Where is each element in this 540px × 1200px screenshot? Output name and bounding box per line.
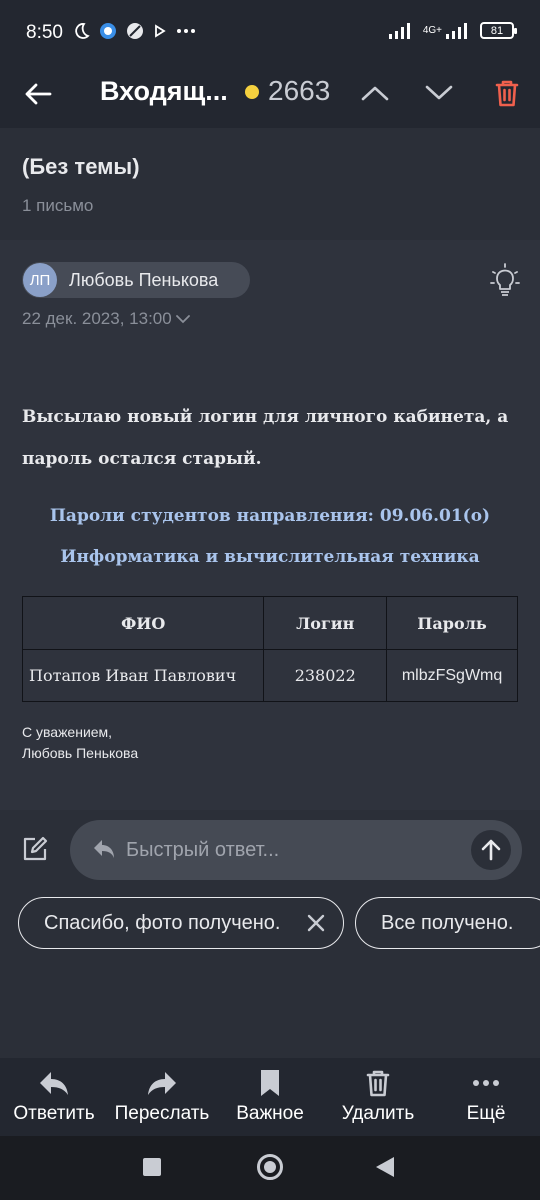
quick-reply-input[interactable] xyxy=(126,828,456,872)
trash-icon xyxy=(366,1070,390,1097)
department-heading: Информатика и вычислительная техника xyxy=(60,547,480,567)
credentials-table: ФИО Логин Пароль Потапов Иван Павлович 2… xyxy=(21,596,518,702)
arrow-up-icon xyxy=(481,839,501,861)
battery-level: 81 xyxy=(490,24,504,37)
message-date[interactable]: 22 дек. 2023, 13:00 xyxy=(22,309,190,329)
status-bar: 8:50 4G+ 81 xyxy=(0,0,540,62)
table-header-row: ФИО Логин Пароль xyxy=(21,596,518,650)
reply-icon xyxy=(94,840,114,858)
back-arrow-icon xyxy=(25,83,52,105)
header-login: Логин xyxy=(263,596,388,650)
play-notification-icon xyxy=(155,24,166,38)
signature-line-2: Любовь Пенькова xyxy=(22,745,139,761)
close-icon[interactable] xyxy=(305,912,327,934)
reply-icon xyxy=(40,1072,68,1095)
signature: С уважением, Любовь Пенькова xyxy=(22,722,138,764)
forward-button[interactable]: Переслать xyxy=(112,1058,212,1136)
reply-label: Ответить xyxy=(13,1103,95,1124)
reply-button[interactable]: Ответить xyxy=(10,1058,98,1136)
lightbulb-button[interactable] xyxy=(486,260,524,300)
passwords-heading: Пароли студентов направления: 09.06.01(о… xyxy=(49,506,491,526)
important-label: Важное xyxy=(236,1103,304,1124)
battery-icon: 81 xyxy=(480,22,517,39)
lightbulb-icon xyxy=(490,263,520,296)
status-time: 8:50 xyxy=(26,22,63,43)
suggestion-chip[interactable]: Все получено. xyxy=(355,897,540,949)
next-message-button[interactable] xyxy=(420,74,458,112)
more-button[interactable]: Ещё xyxy=(456,1058,516,1136)
important-button[interactable]: Важное xyxy=(232,1058,308,1136)
letter-count: 1 письмо xyxy=(22,196,94,215)
unread-dot xyxy=(245,85,259,99)
system-back-button[interactable] xyxy=(376,1157,394,1177)
trash-icon xyxy=(495,80,519,107)
avatar: ЛП xyxy=(23,263,57,297)
more-notifications-icon xyxy=(177,29,195,33)
back-button[interactable] xyxy=(20,76,56,112)
delete-action-button[interactable]: Удалить xyxy=(338,1058,418,1136)
bottom-action-bar: Ответить Переслать Важное Удалить Ещё xyxy=(0,1058,540,1136)
network-type: 4G+ xyxy=(422,25,442,36)
delete-button[interactable] xyxy=(488,74,526,112)
cell-fio: Потапов Иван Павлович xyxy=(21,649,265,702)
more-label: Ещё xyxy=(466,1103,506,1124)
chevron-up-icon xyxy=(361,86,389,101)
sender-chip[interactable]: ЛП Любовь Пенькова xyxy=(22,262,250,298)
compose-icon xyxy=(23,836,48,861)
folder-title[interactable]: Входящ... xyxy=(100,76,228,107)
message-card: ЛП Любовь Пенькова 22 дек. 2023, 13:00 В… xyxy=(0,240,540,810)
moon-icon xyxy=(75,23,90,39)
message-date-text: 22 дек. 2023, 13:00 xyxy=(22,309,172,328)
cell-login: 238022 xyxy=(263,649,388,702)
forward-label: Переслать xyxy=(114,1103,210,1124)
previous-message-button[interactable] xyxy=(356,74,394,112)
signal-icon-2 xyxy=(446,22,467,39)
thread-subject: (Без темы) xyxy=(22,154,140,179)
forward-icon xyxy=(148,1072,176,1095)
quick-reply-field[interactable] xyxy=(70,820,522,880)
status-notification-icons xyxy=(72,22,196,40)
app-notification-icon xyxy=(100,23,116,39)
suggestion-text: Все получено. xyxy=(381,911,514,934)
table-row: Потапов Иван Павлович 238022 mlbzFSgWmq xyxy=(21,649,518,702)
suggestion-text: Спасибо, фото получено. xyxy=(44,911,281,934)
status-system-icons: 4G+ 81 xyxy=(388,22,517,39)
header-password: Пароль xyxy=(386,596,518,650)
body-line-2: пароль остался старый. xyxy=(22,449,262,469)
system-navigation-bar xyxy=(0,1136,540,1200)
unread-count: 2663 xyxy=(268,75,331,106)
signature-line-1: С уважением, xyxy=(22,724,113,740)
chevron-down-icon xyxy=(425,85,453,100)
compose-button[interactable] xyxy=(20,834,50,864)
cell-password: mlbzFSgWmq xyxy=(386,649,518,702)
signal-icon xyxy=(388,22,410,39)
app-bar: Входящ... 2663 xyxy=(0,62,540,128)
header-fio: ФИО xyxy=(21,596,265,650)
send-button[interactable] xyxy=(471,830,511,870)
suggestion-chip[interactable]: Спасибо, фото получено. xyxy=(18,897,344,949)
recents-button[interactable] xyxy=(143,1158,161,1176)
chevron-down-icon xyxy=(175,314,190,323)
body-line-1: Высылаю новый логин для личного кабинета… xyxy=(22,407,509,427)
reply-row xyxy=(0,820,540,882)
more-dots-icon xyxy=(473,1080,499,1086)
home-button[interactable] xyxy=(257,1154,283,1180)
message-body: Высылаю новый логин для личного кабинета… xyxy=(22,396,522,480)
delete-label: Удалить xyxy=(341,1103,415,1124)
thread-header: (Без темы) 1 письмо xyxy=(0,128,540,238)
sender-name: Любовь Пенькова xyxy=(69,269,219,290)
compass-notification-icon xyxy=(127,23,143,39)
bookmark-icon xyxy=(261,1070,279,1096)
